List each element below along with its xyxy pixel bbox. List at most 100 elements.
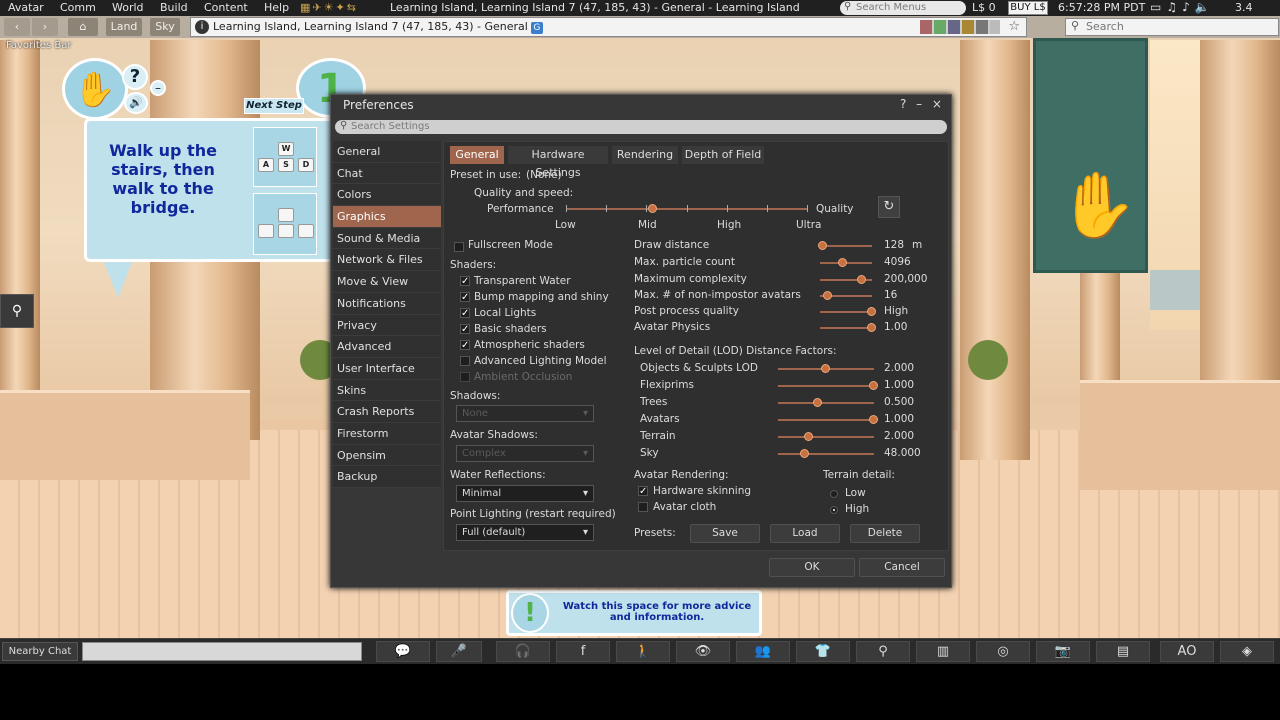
slider-knob[interactable]	[803, 432, 813, 441]
minimize-icon[interactable]: –	[150, 80, 166, 96]
lod-flexiprims-slider[interactable]	[778, 381, 878, 390]
lod-terrain-slider[interactable]	[778, 432, 874, 441]
inventory-icon[interactable]: ▤	[1096, 641, 1150, 662]
terrain-low-radio[interactable]	[830, 490, 838, 498]
location-pin-icon[interactable]: ⚲	[0, 294, 34, 328]
shirt-icon[interactable]: 👕	[796, 641, 850, 662]
search-input[interactable]: Search	[1065, 18, 1279, 36]
tab-hardware-settings[interactable]: Hardware Settings	[508, 146, 608, 179]
local-lights-checkbox[interactable]: ✓	[460, 308, 470, 319]
sidebar-item-chat[interactable]: Chat	[333, 162, 441, 185]
menu-build[interactable]: Build	[160, 1, 188, 14]
avatar-physics-slider[interactable]	[820, 323, 876, 332]
nearby-chat-button[interactable]: Nearby Chat	[2, 642, 78, 661]
sidebar-item-privacy[interactable]: Privacy	[333, 314, 441, 337]
sidebar-item-firestorm[interactable]: Firestorm	[333, 422, 441, 445]
fullscreen-checkbox[interactable]	[454, 242, 464, 252]
ok-button[interactable]: OK	[769, 558, 855, 577]
quality-speed-slider[interactable]	[566, 204, 808, 213]
sidebar-item-network-files[interactable]: Network & Files	[333, 249, 441, 272]
menu-world[interactable]: World	[112, 1, 144, 14]
sidebar-item-sound-media[interactable]: Sound & Media	[333, 227, 441, 250]
search-icon[interactable]: ⚲	[856, 641, 910, 662]
buy-currency-button[interactable]: BUY L$	[1008, 1, 1048, 15]
menu-help[interactable]: Help	[264, 1, 289, 14]
eye-icon[interactable]: 👁	[676, 641, 730, 662]
cancel-button[interactable]: Cancel	[859, 558, 945, 577]
chat-bubble-icon[interactable]: 💬	[376, 641, 430, 662]
sidebar-item-backup[interactable]: Backup	[333, 466, 441, 488]
slider-knob[interactable]	[867, 323, 876, 332]
tab-depth-of-field[interactable]: Depth of Field	[682, 146, 764, 164]
dialog-window-controls[interactable]: ? – ×	[900, 97, 945, 111]
point-lighting-dropdown[interactable]: Full (default)	[456, 524, 594, 541]
transparent-water-checkbox[interactable]: ✓	[460, 276, 470, 287]
menu-avatar[interactable]: Avatar	[8, 1, 44, 14]
atmospheric-shaders-checkbox[interactable]: ✓	[460, 340, 470, 351]
home-icon[interactable]: ⌂	[68, 18, 98, 36]
headphones-icon[interactable]: 🎧	[496, 641, 550, 662]
sky-button[interactable]: Sky	[150, 18, 180, 36]
system-tray-icons[interactable]: ▭♫♪🔈	[1150, 0, 1215, 14]
map-icon[interactable]: ▥	[916, 641, 970, 662]
hardware-skinning-checkbox[interactable]: ✓	[638, 486, 648, 497]
speaker-icon[interactable]: 🔊	[124, 92, 148, 114]
tab-general[interactable]: General	[450, 146, 504, 164]
slider-knob[interactable]	[817, 241, 827, 250]
favorites-bar[interactable]: Favorites Bar	[6, 40, 71, 51]
slider-knob[interactable]	[869, 415, 878, 424]
forward-button[interactable]: ›	[32, 18, 58, 36]
slider-knob[interactable]	[856, 275, 866, 284]
basic-shaders-checkbox[interactable]: ✓	[460, 324, 470, 335]
sidebar-item-move-view[interactable]: Move & View	[333, 271, 441, 293]
sidebar-item-user-interface[interactable]: User Interface	[333, 357, 441, 380]
next-step-button[interactable]: Next Step	[244, 98, 304, 114]
facebook-icon[interactable]: f	[556, 641, 610, 662]
slider-knob[interactable]	[821, 364, 830, 373]
favorite-star-icon[interactable]: ☆	[1008, 18, 1020, 36]
hand-icon[interactable]: ✋	[62, 58, 128, 120]
land-button[interactable]: Land	[106, 18, 142, 36]
sidebar-item-notifications[interactable]: Notifications	[333, 292, 441, 315]
sidebar-item-opensim[interactable]: Opensim	[333, 444, 441, 467]
slider-knob[interactable]	[867, 307, 876, 316]
search-settings-input[interactable]: Search Settings	[335, 119, 947, 134]
refresh-icon[interactable]: ↻	[878, 196, 900, 218]
sidebar-item-advanced[interactable]: Advanced	[333, 336, 441, 358]
particle-count-slider[interactable]	[820, 258, 872, 267]
avatar-cloth-checkbox[interactable]	[638, 502, 648, 512]
sidebar-item-graphics[interactable]: Graphics	[333, 206, 441, 228]
delete-preset-button[interactable]: Delete	[850, 524, 920, 543]
advanced-lighting-checkbox[interactable]	[460, 356, 470, 366]
camera-icon[interactable]: 📷	[1036, 641, 1090, 662]
non-impostor-slider[interactable]	[820, 291, 872, 300]
draw-distance-slider[interactable]	[817, 241, 872, 250]
terrain-high-radio[interactable]	[830, 506, 838, 514]
slider-knob[interactable]	[648, 204, 658, 213]
slider-knob[interactable]	[838, 258, 848, 267]
people-icon[interactable]: 👥	[736, 641, 790, 662]
radar-icon[interactable]: ◎	[976, 641, 1030, 662]
lod-trees-slider[interactable]	[778, 398, 874, 407]
sidebar-item-crash-reports[interactable]: Crash Reports	[333, 401, 441, 423]
avatar-icon[interactable]: ◈	[1220, 641, 1274, 662]
info-icon[interactable]: i	[195, 20, 209, 34]
water-reflections-dropdown[interactable]: Minimal	[456, 485, 594, 502]
location-bar[interactable]: i Learning Island, Learning Island 7 (47…	[190, 17, 1027, 37]
bump-mapping-checkbox[interactable]: ✓	[460, 292, 470, 303]
walk-icon[interactable]: 🚶	[616, 641, 670, 662]
lod-avatars-slider[interactable]	[778, 415, 878, 424]
help-icon[interactable]: ?	[122, 64, 148, 90]
sidebar-item-general[interactable]: General	[333, 141, 441, 163]
slider-knob[interactable]	[813, 398, 823, 407]
ao-button[interactable]: AO	[1160, 641, 1214, 662]
sidebar-item-skins[interactable]: Skins	[333, 379, 441, 402]
menu-search-input[interactable]: Search Menus	[840, 0, 966, 15]
max-complexity-slider[interactable]	[820, 275, 872, 284]
chat-input[interactable]	[82, 642, 362, 661]
menu-content[interactable]: Content	[204, 1, 248, 14]
tab-rendering[interactable]: Rendering	[612, 146, 678, 164]
menu-comm[interactable]: Comm	[60, 1, 96, 14]
save-preset-button[interactable]: Save	[690, 524, 760, 543]
slider-knob[interactable]	[822, 291, 832, 300]
